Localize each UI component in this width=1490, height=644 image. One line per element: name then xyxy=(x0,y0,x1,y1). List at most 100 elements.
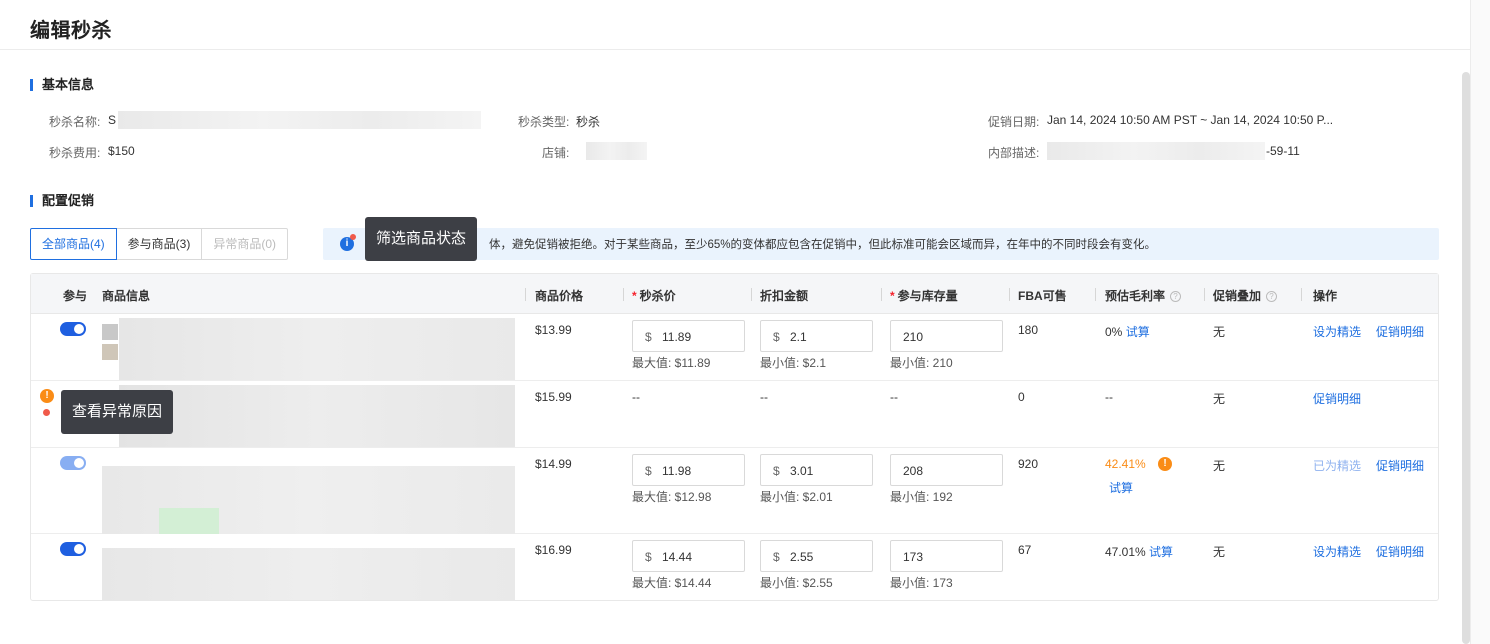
deal-price-input[interactable]: $11.89 xyxy=(632,320,745,352)
promo-detail-link[interactable]: 促销明细 xyxy=(1376,543,1424,560)
deal-price-hint: 最大值: $11.89 xyxy=(632,356,711,370)
fba-available: 180 xyxy=(1018,323,1039,337)
promo-detail-link[interactable]: 促销明细 xyxy=(1313,390,1361,407)
calc-link[interactable]: 试算 xyxy=(1149,545,1173,559)
stock-hint: 最小值: 210 xyxy=(890,356,953,370)
deal-name-value: S xyxy=(108,113,117,127)
discount-empty: -- xyxy=(760,390,768,404)
fba-available: 920 xyxy=(1018,457,1039,471)
calc-link[interactable]: 试算 xyxy=(1109,479,1133,496)
notice-text: 体，避免促销被拒绝。对于某些商品，至少65%的变体都应包含在促销中，但此标准可能… xyxy=(489,239,1157,251)
filter-abnormal-products[interactable]: 异常商品(0) xyxy=(201,228,289,260)
th-divider xyxy=(751,288,752,301)
tooltip-filter-status: 筛选商品状态 xyxy=(365,217,478,261)
th-participate: 参与 xyxy=(63,289,88,303)
discount-hint: 最小值: $2.01 xyxy=(760,490,833,504)
est-margin: 42.41% xyxy=(1105,457,1146,471)
deal-type-value: 秒杀 xyxy=(576,115,601,129)
deal-price-empty: -- xyxy=(632,390,640,404)
product-price: $14.99 xyxy=(535,457,572,471)
th-divider xyxy=(623,288,624,301)
product-thumbnail xyxy=(102,324,118,340)
deal-fee-label: 秒杀费用: xyxy=(49,146,101,160)
discount-input[interactable]: $2.55 xyxy=(760,540,873,572)
warning-icon[interactable]: ! xyxy=(40,389,54,403)
internal-desc-label: 内部描述: xyxy=(988,146,1040,160)
stock-input[interactable]: 210 xyxy=(890,320,1003,352)
filter-participating-products[interactable]: 参与商品(3) xyxy=(115,228,203,260)
product-table: 参与 商品信息 商品价格 * 秒杀价 折扣金额 * 参与库存量 FBA可售 预估毛利… xyxy=(30,273,1439,601)
notice-bar: i 体，避免促销被拒绝。对于某些商品，至少65%的变体都应包含在促销中，但此标准… xyxy=(323,228,1439,260)
participate-toggle[interactable] xyxy=(60,542,86,556)
calc-link[interactable]: 试算 xyxy=(1126,325,1150,339)
promo-stacking: 无 xyxy=(1213,459,1226,473)
fba-available: 0 xyxy=(1018,390,1025,404)
table-row: $14.99 $11.98 最大值: $12.98 $3.01 最小值: $2.… xyxy=(31,448,1438,534)
stock-hint: 最小值: 173 xyxy=(890,576,953,590)
promo-date-label: 促销日期: xyxy=(988,115,1040,129)
scrollbar-thumb[interactable] xyxy=(1462,72,1470,644)
filter-all-products[interactable]: 全部商品(4) xyxy=(30,228,117,260)
error-dot xyxy=(43,409,50,416)
notice-red-dot xyxy=(350,234,356,240)
product-info-redacted xyxy=(119,318,515,380)
promo-stacking: 无 xyxy=(1213,325,1226,339)
product-filter-tabs: 全部商品(4) 参与商品(3) 异常商品(0) xyxy=(30,228,289,260)
page-header: 编辑秒杀 xyxy=(0,0,1470,50)
th-divider xyxy=(1204,288,1205,301)
deal-fee-value: $150 xyxy=(108,144,135,158)
table-row: $13.99 $11.89 最大值: $11.89 $2.1 最小值: $2.1… xyxy=(31,314,1438,381)
th-divider xyxy=(1009,288,1010,301)
th-divider xyxy=(1095,288,1096,301)
scroll-track[interactable] xyxy=(1470,0,1490,644)
stock-empty: -- xyxy=(890,390,898,404)
stock-input[interactable]: 173 xyxy=(890,540,1003,572)
internal-desc-redacted xyxy=(1047,142,1265,160)
table-row: ! $15.99 -- -- -- 0 -- 无 促销明细 xyxy=(31,381,1438,448)
warning-icon[interactable]: ! xyxy=(1158,457,1172,471)
discount-input[interactable]: $3.01 xyxy=(760,454,873,486)
promo-stacking: 无 xyxy=(1213,392,1226,406)
promo-detail-link[interactable]: 促销明细 xyxy=(1376,323,1424,340)
product-price: $13.99 xyxy=(535,323,572,337)
deal-price-hint: 最大值: $12.98 xyxy=(632,490,712,504)
promo-stacking: 无 xyxy=(1213,545,1226,559)
product-price: $15.99 xyxy=(535,390,572,404)
product-thumbnail xyxy=(159,508,219,534)
help-icon[interactable]: ? xyxy=(1170,291,1182,303)
th-promo-stacking: 促销叠加? xyxy=(1213,287,1278,304)
set-featured-link[interactable]: 设为精选 xyxy=(1313,323,1361,340)
th-est-margin: 预估毛利率? xyxy=(1105,287,1182,304)
deal-name-redacted xyxy=(118,111,481,129)
discount-input[interactable]: $2.1 xyxy=(760,320,873,352)
deal-type-label: 秒杀类型: xyxy=(518,115,570,129)
stock-input[interactable]: 208 xyxy=(890,454,1003,486)
deal-price-input[interactable]: $14.44 xyxy=(632,540,745,572)
help-icon[interactable]: ? xyxy=(1266,291,1278,303)
basic-info-title: 基本信息 xyxy=(30,78,94,91)
th-stock: * 参与库存量 xyxy=(890,289,958,303)
participate-toggle[interactable] xyxy=(60,456,86,470)
deal-price-hint: 最大值: $14.44 xyxy=(632,576,712,590)
est-margin: 0% 试算 xyxy=(1105,325,1150,339)
table-row: $16.99 $14.44 最大值: $14.44 $2.55 最小值: $2.… xyxy=(31,534,1438,600)
set-featured-link[interactable]: 设为精选 xyxy=(1313,543,1361,560)
th-product-info: 商品信息 xyxy=(102,289,151,303)
product-thumbnail xyxy=(102,344,118,360)
promo-detail-link[interactable]: 促销明细 xyxy=(1376,457,1424,474)
deal-price-input[interactable]: $11.98 xyxy=(632,454,745,486)
already-featured-label: 已为精选 xyxy=(1313,459,1362,473)
th-product-price: 商品价格 xyxy=(535,289,584,303)
tooltip-abnormal-reason: 查看异常原因 xyxy=(61,390,174,434)
product-info-redacted xyxy=(102,548,515,600)
participate-toggle[interactable] xyxy=(60,322,86,336)
stock-hint: 最小值: 192 xyxy=(890,490,953,504)
th-divider xyxy=(1301,288,1302,301)
product-price: $16.99 xyxy=(535,543,572,557)
th-discount-amount: 折扣金额 xyxy=(760,289,809,303)
est-margin: 47.01% 试算 xyxy=(1105,545,1174,559)
th-divider xyxy=(525,288,526,301)
discount-hint: 最小值: $2.1 xyxy=(760,356,827,370)
store-redacted xyxy=(586,142,647,160)
config-promo-title: 配置促销 xyxy=(30,194,94,207)
